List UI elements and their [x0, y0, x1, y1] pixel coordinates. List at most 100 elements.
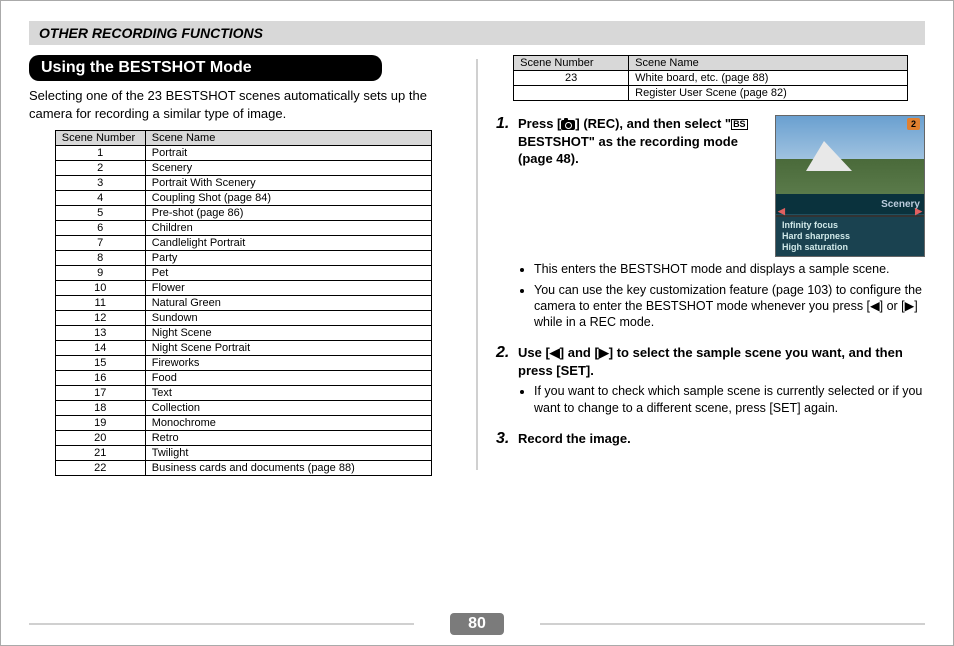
cell-scene-number: 11	[55, 296, 145, 311]
manual-page: OTHER RECORDING FUNCTIONS Using the BEST…	[0, 0, 954, 646]
camera-icon	[561, 120, 575, 130]
cell-scene-number	[514, 86, 629, 101]
step-number: 3.	[496, 430, 518, 448]
cell-scene-name: Business cards and documents (page 88)	[145, 461, 432, 476]
footer-line-left	[29, 623, 414, 625]
table-row: 1Portrait	[55, 146, 432, 161]
section-title: Using the BESTSHOT Mode	[29, 55, 382, 81]
left-column: Using the BESTSHOT Mode Selecting one of…	[29, 55, 458, 476]
cell-scene-number: 7	[55, 236, 145, 251]
thumb-description: Infinity focus Hard sharpness High satur…	[776, 217, 924, 257]
cell-scene-name: Portrait	[145, 146, 432, 161]
table-row: 17Text	[55, 386, 432, 401]
bs-icon: BS	[731, 119, 748, 130]
page-footer: 80	[1, 613, 953, 635]
col-scene-number: Scene Number	[514, 56, 629, 71]
cell-scene-name: Party	[145, 251, 432, 266]
table-row: 7Candlelight Portrait	[55, 236, 432, 251]
thumb-right-arrow-icon: ▶	[915, 205, 922, 217]
step-2: 2. Use [◀] and [▶] to select the sample …	[496, 344, 925, 420]
table-row: 10Flower	[55, 281, 432, 296]
cell-scene-name: Night Scene	[145, 326, 432, 341]
cell-scene-number: 17	[55, 386, 145, 401]
step-2-title: Use [◀] and [▶] to select the sample sce…	[518, 344, 925, 379]
cell-scene-name: Sundown	[145, 311, 432, 326]
footer-line-right	[540, 623, 925, 625]
cell-scene-name: Fireworks	[145, 356, 432, 371]
col-scene-name: Scene Name	[145, 131, 432, 146]
thumb-left-arrow-icon: ◀	[778, 205, 785, 217]
cell-scene-name: Portrait With Scenery	[145, 176, 432, 191]
step-1-title: Press [] (REC), and then select "BS BEST…	[518, 115, 765, 257]
cell-scene-number: 10	[55, 281, 145, 296]
cell-scene-name: Text	[145, 386, 432, 401]
cell-scene-number: 1	[55, 146, 145, 161]
table-row: 14Night Scene Portrait	[55, 341, 432, 356]
table-row: 8Party	[55, 251, 432, 266]
cell-scene-number: 9	[55, 266, 145, 281]
cell-scene-number: 19	[55, 416, 145, 431]
cell-scene-name: Collection	[145, 401, 432, 416]
table-row: 3Portrait With Scenery	[55, 176, 432, 191]
table-row: 9Pet	[55, 266, 432, 281]
table-row: Register User Scene (page 82)	[514, 86, 908, 101]
cell-scene-number: 12	[55, 311, 145, 326]
step-1-bullets: This enters the BESTSHOT mode and displa…	[534, 261, 925, 330]
cell-scene-number: 4	[55, 191, 145, 206]
cell-scene-name: Coupling Shot (page 84)	[145, 191, 432, 206]
cell-scene-number: 13	[55, 326, 145, 341]
cell-scene-name: Flower	[145, 281, 432, 296]
content-columns: Using the BESTSHOT Mode Selecting one of…	[29, 55, 925, 476]
section-header: OTHER RECORDING FUNCTIONS	[29, 21, 925, 45]
cell-scene-number: 20	[55, 431, 145, 446]
thumb-scene-number: 2	[907, 118, 920, 130]
cell-scene-number: 6	[55, 221, 145, 236]
table-row: 15Fireworks	[55, 356, 432, 371]
column-divider	[476, 59, 478, 470]
col-scene-number: Scene Number	[55, 131, 145, 146]
cell-scene-number: 15	[55, 356, 145, 371]
cell-scene-name: Scenery	[145, 161, 432, 176]
cell-scene-name: Monochrome	[145, 416, 432, 431]
cell-scene-name: Night Scene Portrait	[145, 341, 432, 356]
table-row: 13Night Scene	[55, 326, 432, 341]
step-number: 1.	[496, 115, 518, 334]
cell-scene-name: Register User Scene (page 82)	[629, 86, 908, 101]
cell-scene-name: White board, etc. (page 88)	[629, 71, 908, 86]
bullet: You can use the key customization featur…	[534, 282, 925, 331]
page-number: 80	[450, 613, 504, 635]
table-row: 11Natural Green	[55, 296, 432, 311]
table-row: 16Food	[55, 371, 432, 386]
table-row: 20Retro	[55, 431, 432, 446]
bullet: If you want to check which sample scene …	[534, 383, 925, 416]
step-3: 3. Record the image.	[496, 430, 925, 448]
cell-scene-number: 21	[55, 446, 145, 461]
table-row: 19Monochrome	[55, 416, 432, 431]
col-scene-name: Scene Name	[629, 56, 908, 71]
header-title: OTHER RECORDING FUNCTIONS	[39, 25, 263, 41]
cell-scene-name: Pre-shot (page 86)	[145, 206, 432, 221]
table-row: 4Coupling Shot (page 84)	[55, 191, 432, 206]
step-1: 1. Press [] (REC), and then select "BS B…	[496, 115, 925, 334]
cell-scene-number: 5	[55, 206, 145, 221]
table-row: 5Pre-shot (page 86)	[55, 206, 432, 221]
table-row: 22Business cards and documents (page 88)	[55, 461, 432, 476]
mountain-icon	[806, 141, 852, 171]
cell-scene-number: 14	[55, 341, 145, 356]
step-number: 2.	[496, 344, 518, 420]
step-2-bullets: If you want to check which sample scene …	[534, 383, 925, 416]
step-3-title: Record the image.	[518, 430, 925, 448]
scenes-table-right: Scene Number Scene Name 23White board, e…	[513, 55, 908, 101]
scenes-table-left: Scene Number Scene Name 1Portrait2Scener…	[55, 130, 433, 476]
cell-scene-name: Food	[145, 371, 432, 386]
table-row: 23White board, etc. (page 88)	[514, 71, 908, 86]
cell-scene-number: 2	[55, 161, 145, 176]
thumb-image: 2	[776, 116, 924, 196]
sample-scene-screenshot: 2 Scenery ◀▶ Infinity focus Hard sharpne…	[775, 115, 925, 257]
cell-scene-number: 22	[55, 461, 145, 476]
steps-list: 1. Press [] (REC), and then select "BS B…	[496, 115, 925, 448]
cell-scene-number: 18	[55, 401, 145, 416]
cell-scene-number: 3	[55, 176, 145, 191]
table-row: 18Collection	[55, 401, 432, 416]
cell-scene-name: Children	[145, 221, 432, 236]
